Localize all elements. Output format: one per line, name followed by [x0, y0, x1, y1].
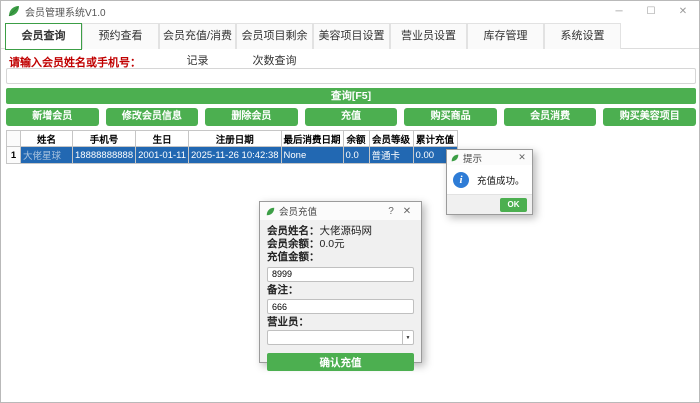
tab-beauty-settings[interactable]: 美容项目设置	[313, 23, 390, 49]
col-register-date: 注册日期	[189, 131, 282, 147]
amount-label: 充值金额：	[267, 251, 414, 264]
recharge-dialog-title: 会员充值	[279, 204, 317, 218]
member-name-value: 大佬源码网	[320, 225, 373, 237]
table-row[interactable]: 1 大佬星球 18888888888 2001-01-11 2025-11-26…	[7, 147, 458, 164]
confirm-recharge-button[interactable]: 确认充值	[267, 353, 414, 371]
clerk-label: 营业员：	[267, 316, 414, 329]
tab-bar: 会员查询 预约查看 会员充值/消费记录 会员项目剩余次数查询 美容项目设置 营业…	[1, 23, 699, 49]
prompt-close-icon[interactable]: ✕	[516, 152, 528, 163]
tab-appointments[interactable]: 预约查看	[82, 23, 159, 49]
close-icon[interactable]: ✕	[667, 1, 699, 21]
cell-last-consume[interactable]: None	[281, 147, 343, 164]
dialog-leaf-icon	[451, 154, 459, 162]
chevron-down-icon[interactable]: ▼	[402, 331, 413, 344]
col-last-consume: 最后消费日期	[281, 131, 343, 147]
remark-input[interactable]	[267, 299, 414, 314]
buy-beauty-button[interactable]: 购买美容项目	[603, 108, 696, 126]
prompt-dialog: 提示 ✕ i 充值成功。 OK	[446, 149, 533, 215]
tab-recharge-records[interactable]: 会员充值/消费记录	[159, 23, 236, 49]
row-number: 1	[7, 147, 21, 164]
member-balance-label: 会员余额：	[267, 238, 320, 250]
action-button-row: 新增会员 修改会员信息 删除会员 充值 购买商品 会员消费 购买美容项目	[6, 108, 696, 126]
tab-member-query[interactable]: 会员查询	[5, 23, 82, 50]
cell-name[interactable]: 大佬星球	[21, 147, 73, 164]
recharge-dialog: 会员充值 ? ✕ 会员姓名：大佬源码网 会员余额：0.0元 充值金额： 备注： …	[259, 201, 422, 363]
tab-clerk-settings[interactable]: 营业员设置	[390, 23, 467, 49]
cell-birthday[interactable]: 2001-01-11	[136, 147, 189, 164]
tab-inventory[interactable]: 库存管理	[467, 23, 544, 49]
edit-member-button[interactable]: 修改会员信息	[106, 108, 199, 126]
tab-remaining-times[interactable]: 会员项目剩余次数查询	[236, 23, 313, 49]
delete-member-button[interactable]: 删除会员	[205, 108, 298, 126]
col-balance: 余额	[343, 131, 369, 147]
query-button[interactable]: 查询[F5]	[6, 88, 696, 104]
col-level: 会员等级	[369, 131, 413, 147]
clerk-select-value	[268, 331, 402, 344]
prompt-dialog-title: 提示	[463, 151, 482, 165]
dialog-leaf-icon	[266, 207, 275, 216]
minimize-icon[interactable]: ─	[603, 1, 635, 21]
window-controls: ─ ☐ ✕	[603, 1, 699, 21]
prompt-body: i 充值成功。	[447, 165, 532, 194]
ok-button[interactable]: OK	[500, 198, 527, 212]
col-name: 姓名	[21, 131, 73, 147]
cell-level[interactable]: 普通卡	[369, 147, 413, 164]
member-name-label: 会员姓名：	[267, 225, 320, 237]
member-table: 姓名 手机号 生日 注册日期 最后消费日期 余额 会员等级 累计充值 1 大佬星…	[6, 130, 458, 164]
remark-label: 备注：	[267, 284, 414, 297]
recharge-button[interactable]: 充值	[305, 108, 398, 126]
help-icon[interactable]: ?	[383, 206, 399, 217]
maximize-icon[interactable]: ☐	[635, 1, 667, 21]
add-member-button[interactable]: 新增会员	[6, 108, 99, 126]
tab-system-settings[interactable]: 系统设置	[544, 23, 621, 49]
recharge-dialog-body: 会员姓名：大佬源码网 会员余额：0.0元 充值金额： 备注： 营业员： ▼ 确认…	[260, 220, 421, 371]
clerk-select[interactable]: ▼	[267, 330, 414, 345]
prompt-message: 充值成功。	[477, 173, 525, 187]
table-header-row: 姓名 手机号 生日 注册日期 最后消费日期 余额 会员等级 累计充值	[7, 131, 458, 147]
corner-cell	[7, 131, 21, 147]
col-birthday: 生日	[136, 131, 189, 147]
prompt-footer: OK	[447, 194, 532, 214]
recharge-dialog-titlebar: 会员充值 ? ✕	[260, 202, 421, 220]
amount-input[interactable]	[267, 267, 414, 282]
app-leaf-icon	[8, 5, 20, 17]
cell-balance[interactable]: 0.0	[343, 147, 369, 164]
buy-goods-button[interactable]: 购买商品	[404, 108, 497, 126]
col-phone: 手机号	[73, 131, 136, 147]
info-icon: i	[453, 172, 469, 188]
cell-phone[interactable]: 18888888888	[73, 147, 136, 164]
app-window: 会员管理系统V1.0 ─ ☐ ✕ 会员查询 预约查看 会员充值/消费记录 会员项…	[0, 0, 700, 403]
member-consume-button[interactable]: 会员消费	[504, 108, 597, 126]
titlebar: 会员管理系统V1.0 ─ ☐ ✕	[1, 1, 699, 21]
member-balance-value: 0.0元	[320, 238, 345, 250]
prompt-dialog-titlebar: 提示 ✕	[447, 150, 532, 165]
window-title: 会员管理系统V1.0	[25, 4, 106, 19]
col-total-recharge: 累计充值	[413, 131, 457, 147]
search-input[interactable]	[6, 68, 696, 84]
recharge-close-icon[interactable]: ✕	[399, 206, 415, 217]
cell-register-date[interactable]: 2025-11-26 10:42:38	[189, 147, 282, 164]
